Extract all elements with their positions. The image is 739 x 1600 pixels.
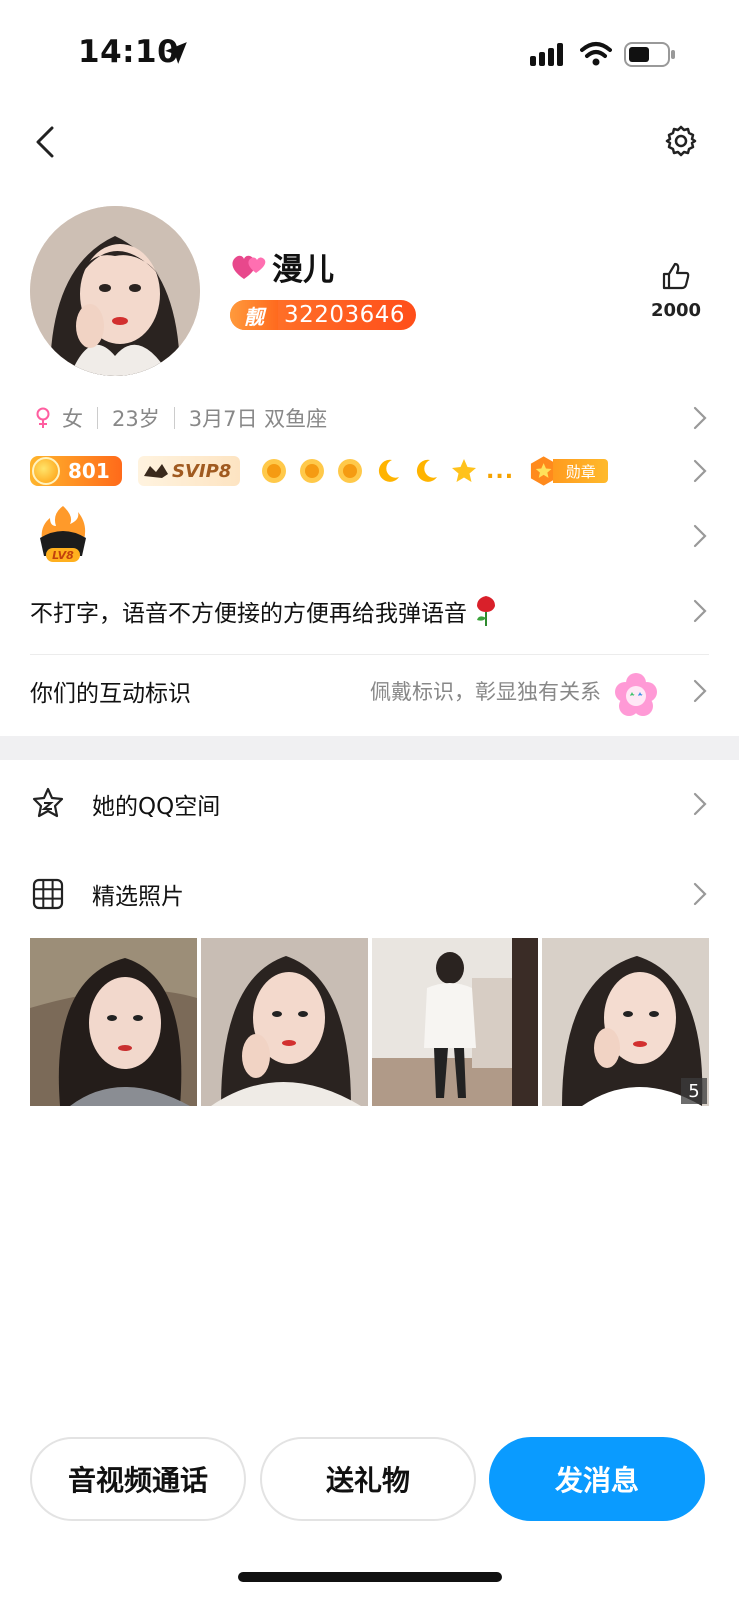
interaction-title: 你们的互动标识 — [30, 681, 191, 707]
chevron-right-icon — [693, 599, 707, 623]
photo-thumbnail[interactable] — [200, 938, 368, 1106]
section-divider — [0, 736, 739, 760]
qzone-star-icon — [32, 787, 64, 818]
name-row: 漫儿 — [230, 244, 334, 288]
star-icon — [452, 459, 476, 482]
medal-label: 勋章 — [553, 459, 609, 483]
location-arrow-icon — [165, 42, 187, 64]
rose-icon — [477, 596, 495, 626]
settings-gear-icon[interactable] — [664, 124, 698, 158]
voice-video-call-button[interactable]: 音视频通话 — [30, 1437, 246, 1521]
featured-photos-label: 精选照片 — [92, 884, 184, 910]
status-bar: 14:10 — [0, 0, 739, 100]
pretty-qq-number-badge[interactable]: 靓 32203646 — [230, 300, 416, 330]
divider — [173, 407, 175, 429]
signal-icon — [530, 43, 563, 66]
qq-level-icons: ... — [260, 457, 514, 485]
more-levels-dots: ... — [486, 458, 515, 484]
nickname: 漫儿 — [272, 251, 334, 288]
signature-text: 不打字，语音不方便接的方便再给我弹语音 — [30, 601, 467, 627]
flower-identity-icon — [615, 673, 657, 716]
svip-crown-icon — [144, 464, 168, 478]
wifi-icon — [580, 42, 612, 66]
svip-badge: SVIP8 — [138, 456, 240, 486]
like-count: 2000 — [650, 300, 702, 321]
pretty-number-tag: 靓 — [230, 300, 278, 330]
birthday-text: 3月7日 双鱼座 — [188, 407, 328, 431]
back-chevron-icon[interactable] — [30, 122, 60, 162]
chevron-right-icon — [693, 459, 707, 483]
featured-photos-row[interactable]: 精选照片 — [30, 864, 709, 924]
interaction-hint: 佩戴标识，彰显独有关系 — [370, 680, 601, 704]
qq-number: 32203646 — [284, 302, 406, 328]
double-heart-icon — [232, 255, 266, 279]
chevron-right-icon — [693, 882, 707, 906]
sun-icon — [338, 459, 362, 483]
moon-icon — [378, 459, 399, 482]
gold-coin-icon — [32, 457, 60, 485]
chevron-right-icon — [693, 792, 707, 816]
moon-icon — [416, 459, 437, 482]
chevron-right-icon — [693, 406, 707, 430]
photo-thumbnail[interactable] — [371, 938, 539, 1106]
grid-icon — [32, 878, 64, 910]
photo-grid: 5 — [30, 938, 709, 1106]
age-text: 23岁 — [112, 407, 160, 431]
home-indicator[interactable] — [238, 1572, 502, 1582]
gender-text: 女 — [62, 407, 83, 431]
svip-text: SVIP8 — [172, 460, 232, 482]
photo-thumbnail[interactable]: 5 — [542, 938, 709, 1106]
send-message-button[interactable]: 发消息 — [489, 1437, 705, 1521]
qzone-label: 她的QQ空间 — [92, 794, 221, 820]
photo-thumbnail[interactable] — [30, 938, 197, 1106]
gold-level-badge: 801 — [30, 456, 122, 486]
avatar[interactable] — [30, 206, 200, 376]
badges-row[interactable]: 801 SVIP8 ... 勋章 — [30, 446, 709, 496]
sun-icon — [262, 459, 286, 483]
divider — [97, 407, 98, 429]
like-button[interactable]: 2000 — [646, 260, 706, 321]
battery-icon — [624, 42, 675, 67]
send-gift-button[interactable]: 送礼物 — [260, 1437, 476, 1521]
sun-icon — [300, 459, 324, 483]
level-row[interactable]: LV8 — [30, 502, 709, 568]
photo-count-badge: 5 — [681, 1078, 707, 1104]
qzone-row[interactable]: 她的QQ空间 — [30, 774, 709, 834]
lv8-flame-badge-icon: LV8 — [40, 506, 86, 562]
female-icon — [36, 407, 50, 428]
signature-row[interactable]: 不打字，语音不方便接的方便再给我弹语音 — [30, 588, 709, 634]
medal-badge: 勋章 — [528, 455, 609, 487]
divider — [30, 654, 709, 655]
chevron-right-icon — [693, 679, 707, 703]
thumbs-up-icon — [662, 262, 690, 290]
interaction-identity-row[interactable]: 你们的互动标识 佩戴标识，彰显独有关系 — [30, 662, 709, 720]
lv-label: LV8 — [52, 549, 74, 562]
gold-level-number: 801 — [68, 459, 110, 483]
basic-info-row[interactable]: 女 23岁 3月7日 双鱼座 — [30, 398, 709, 438]
chevron-right-icon — [693, 524, 707, 548]
